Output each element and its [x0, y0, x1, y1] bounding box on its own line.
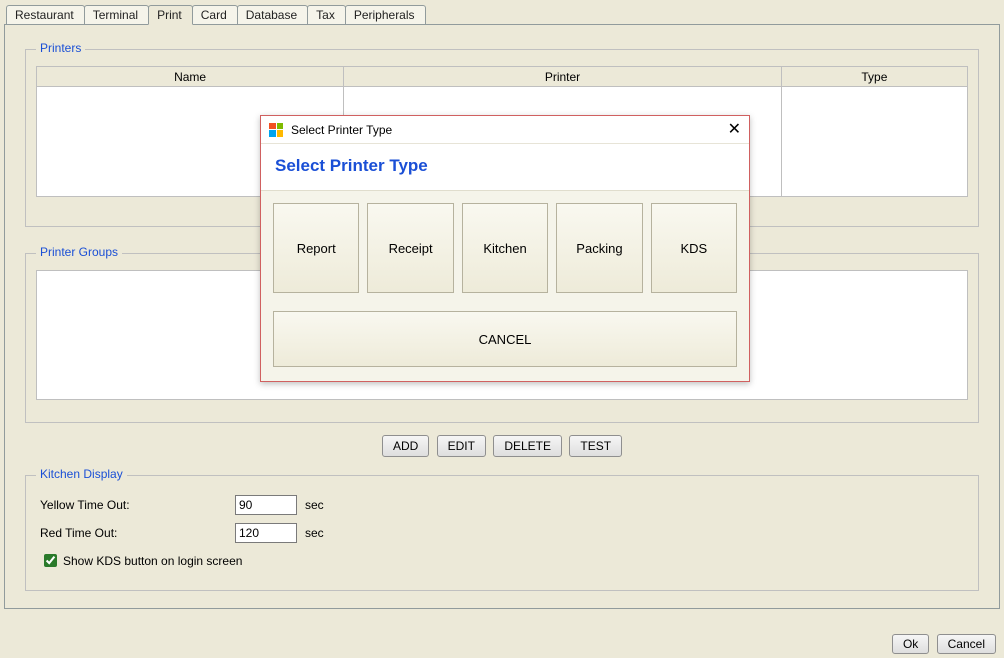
yellow-timeout-label: Yellow Time Out:	[40, 498, 235, 512]
group-printers-legend: Printers	[36, 41, 85, 55]
tab-restaurant[interactable]: Restaurant	[6, 5, 85, 24]
tab-tax[interactable]: Tax	[307, 5, 346, 24]
show-kds-checkbox[interactable]	[44, 554, 57, 567]
yellow-timeout-unit: sec	[305, 498, 324, 512]
red-timeout-label: Red Time Out:	[40, 526, 235, 540]
dialog-heading: Select Printer Type	[261, 144, 749, 190]
edit-button[interactable]: EDIT	[437, 435, 486, 457]
app-icon	[269, 123, 283, 137]
red-timeout-input[interactable]	[235, 523, 297, 543]
test-button[interactable]: TEST	[569, 435, 622, 457]
delete-button[interactable]: DELETE	[493, 435, 562, 457]
printers-col-name[interactable]: Name	[37, 67, 344, 87]
tab-print[interactable]: Print	[148, 5, 193, 25]
printer-type-packing[interactable]: Packing	[556, 203, 642, 293]
group-kitchen-display: Kitchen Display Yellow Time Out: sec Red…	[25, 475, 979, 591]
yellow-timeout-input[interactable]	[235, 495, 297, 515]
tab-terminal[interactable]: Terminal	[84, 5, 149, 24]
dialog-cancel-button[interactable]: CANCEL	[273, 311, 737, 367]
dialog-titlebar[interactable]: Select Printer Type ✕	[261, 116, 749, 144]
close-icon[interactable]: ✕	[728, 123, 741, 137]
printer-type-kitchen[interactable]: Kitchen	[462, 203, 548, 293]
printer-type-report[interactable]: Report	[273, 203, 359, 293]
group-printer-groups-legend: Printer Groups	[36, 245, 122, 259]
dialog-title: Select Printer Type	[291, 123, 392, 137]
cancel-button[interactable]: Cancel	[937, 634, 996, 654]
tab-strip: Restaurant Terminal Print Card Database …	[0, 0, 1004, 24]
group-kds-legend: Kitchen Display	[36, 467, 127, 481]
select-printer-type-dialog: Select Printer Type ✕ Select Printer Typ…	[260, 115, 750, 382]
tab-card[interactable]: Card	[192, 5, 238, 24]
show-kds-label: Show KDS button on login screen	[63, 554, 242, 568]
printer-groups-button-row: ADD EDIT DELETE TEST	[25, 435, 979, 457]
tab-peripherals[interactable]: Peripherals	[345, 5, 426, 24]
red-timeout-unit: sec	[305, 526, 324, 540]
printers-col-type[interactable]: Type	[781, 67, 967, 87]
printer-type-choices: Report Receipt Kitchen Packing KDS	[261, 191, 749, 301]
printers-col-printer[interactable]: Printer	[344, 67, 782, 87]
add-button[interactable]: ADD	[382, 435, 429, 457]
printer-type-kds[interactable]: KDS	[651, 203, 737, 293]
printer-type-receipt[interactable]: Receipt	[367, 203, 453, 293]
dialog-footer: Ok Cancel	[890, 634, 998, 654]
tab-database[interactable]: Database	[237, 5, 308, 24]
ok-button[interactable]: Ok	[892, 634, 929, 654]
